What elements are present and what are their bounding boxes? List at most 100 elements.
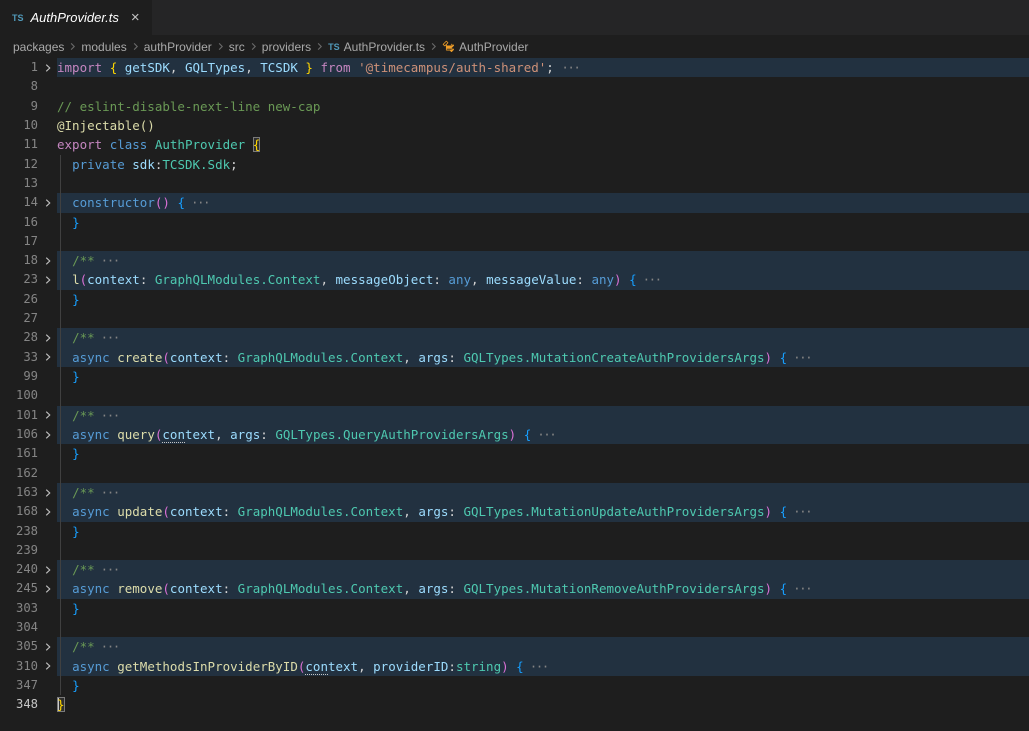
code-line-content[interactable]: } [57, 213, 1029, 232]
fold-chevron-icon[interactable] [38, 560, 57, 579]
code-token: any [591, 272, 614, 287]
code-line-content[interactable]: async getMethodsInProviderByID(context, … [57, 657, 1029, 676]
code-line[interactable]: 26 } [0, 290, 1029, 309]
line-number: 303 [0, 599, 38, 618]
code-line-content[interactable]: private sdk:TCSDK.Sdk; [57, 155, 1029, 174]
code-line-content[interactable]: // eslint-disable-next-line new-cap [57, 97, 1029, 116]
code-line-content[interactable]: } [57, 676, 1029, 695]
fold-chevron-icon[interactable] [38, 502, 57, 521]
tab-authprovider-ts[interactable]: TS AuthProvider.ts × [0, 0, 153, 35]
code-line[interactable]: 304 [0, 618, 1029, 637]
breadcrumb-item-authprovider-ts[interactable]: TSAuthProvider.ts [328, 40, 425, 54]
code-line-content[interactable] [57, 309, 1029, 328]
breadcrumb-item-authprovider[interactable]: authProvider [144, 40, 212, 54]
code-line-content[interactable]: import { getSDK, GQLTypes, TCSDK } from … [57, 58, 1029, 77]
code-line[interactable]: 18 /** ··· [0, 251, 1029, 270]
code-token [57, 427, 72, 442]
code-line-content[interactable]: export class AuthProvider { [57, 135, 1029, 154]
fold-chevron-icon[interactable] [38, 579, 57, 598]
code-line-content[interactable]: async remove(context: GraphQLModules.Con… [57, 579, 1029, 598]
code-line[interactable]: 100 [0, 386, 1029, 405]
code-line[interactable]: 10@Injectable() [0, 116, 1029, 135]
code-line[interactable]: 245 async remove(context: GraphQLModules… [0, 579, 1029, 598]
code-line[interactable]: 168 async update(context: GraphQLModules… [0, 502, 1029, 521]
code-token [57, 272, 72, 287]
code-line[interactable]: 238 } [0, 522, 1029, 541]
code-line-content[interactable] [57, 541, 1029, 560]
code-editor[interactable]: 1import { getSDK, GQLTypes, TCSDK } from… [0, 58, 1029, 715]
code-line[interactable]: 163 /** ··· [0, 483, 1029, 502]
fold-chevron-icon[interactable] [38, 406, 57, 425]
breadcrumb-item-src[interactable]: src [229, 40, 245, 54]
code-line-content[interactable]: async update(context: GraphQLModules.Con… [57, 502, 1029, 521]
code-line-content[interactable]: /** ··· [57, 251, 1029, 270]
fold-chevron-icon[interactable] [38, 483, 57, 502]
code-line-content[interactable] [57, 232, 1029, 251]
code-line-content[interactable]: } [57, 290, 1029, 309]
fold-chevron-icon[interactable] [38, 637, 57, 656]
code-token [57, 524, 72, 539]
code-line[interactable]: 303 } [0, 599, 1029, 618]
code-line[interactable]: 23 l(context: GraphQLModules.Context, me… [0, 270, 1029, 289]
code-line[interactable]: 240 /** ··· [0, 560, 1029, 579]
code-line-content[interactable]: /** ··· [57, 560, 1029, 579]
code-line-content[interactable]: async query(context, args: GQLTypes.Quer… [57, 425, 1029, 444]
code-line[interactable]: 8 [0, 77, 1029, 96]
fold-gutter [38, 213, 57, 232]
code-line-content[interactable]: } [57, 522, 1029, 541]
code-line[interactable]: 14 constructor() { ··· [0, 193, 1029, 212]
code-line[interactable]: 101 /** ··· [0, 406, 1029, 425]
breadcrumb-item-authprovider[interactable]: AuthProvider [442, 40, 528, 54]
code-line[interactable]: 99 } [0, 367, 1029, 386]
fold-chevron-icon[interactable] [38, 328, 57, 347]
breadcrumb-item-modules[interactable]: modules [81, 40, 126, 54]
code-line[interactable]: 106 async query(context, args: GQLTypes.… [0, 425, 1029, 444]
fold-chevron-icon[interactable] [38, 657, 57, 676]
code-line-content[interactable]: } [57, 367, 1029, 386]
code-line[interactable]: 239 [0, 541, 1029, 560]
code-line-content[interactable]: /** ··· [57, 483, 1029, 502]
fold-chevron-icon[interactable] [38, 348, 57, 367]
code-line[interactable]: 1import { getSDK, GQLTypes, TCSDK } from… [0, 58, 1029, 77]
code-line-content[interactable]: } [57, 599, 1029, 618]
code-line-content[interactable]: } [57, 444, 1029, 463]
code-line-content[interactable]: l(context: GraphQLModules.Context, messa… [57, 270, 1029, 289]
code-line-content[interactable] [57, 174, 1029, 193]
code-line-content[interactable]: /** ··· [57, 328, 1029, 347]
code-line[interactable]: 33 async create(context: GraphQLModules.… [0, 348, 1029, 367]
code-line[interactable]: 13 [0, 174, 1029, 193]
close-icon[interactable]: × [131, 10, 140, 25]
fold-chevron-icon[interactable] [38, 193, 57, 212]
code-line-content[interactable]: @Injectable() [57, 116, 1029, 135]
code-line[interactable]: 27 [0, 309, 1029, 328]
code-line-content[interactable] [57, 386, 1029, 405]
code-line[interactable]: 12 private sdk:TCSDK.Sdk; [0, 155, 1029, 174]
code-line-content[interactable] [57, 618, 1029, 637]
code-line-content[interactable]: async create(context: GraphQLModules.Con… [57, 348, 1029, 367]
code-line[interactable]: 305 /** ··· [0, 637, 1029, 656]
code-line[interactable]: 11export class AuthProvider { [0, 135, 1029, 154]
code-line-content[interactable]: /** ··· [57, 637, 1029, 656]
fold-chevron-icon[interactable] [38, 251, 57, 270]
code-line-content[interactable] [57, 464, 1029, 483]
breadcrumb-item-providers[interactable]: providers [262, 40, 311, 54]
fold-chevron-icon[interactable] [38, 270, 57, 289]
code-line-content[interactable]: /** ··· [57, 406, 1029, 425]
breadcrumb-item-packages[interactable]: packages [13, 40, 64, 54]
code-line[interactable]: 16 } [0, 213, 1029, 232]
code-line[interactable]: 28 /** ··· [0, 328, 1029, 347]
fold-chevron-icon[interactable] [38, 58, 57, 77]
code-line[interactable]: 161 } [0, 444, 1029, 463]
code-line[interactable]: 17 [0, 232, 1029, 251]
code-line[interactable]: 348} [0, 695, 1029, 714]
code-line[interactable]: 347 } [0, 676, 1029, 695]
code-line[interactable]: 310 async getMethodsInProviderByID(conte… [0, 657, 1029, 676]
code-line[interactable]: 162 [0, 464, 1029, 483]
code-line-content[interactable]: constructor() { ··· [57, 193, 1029, 212]
code-line-content[interactable] [57, 77, 1029, 96]
code-token: : [448, 350, 463, 365]
code-line[interactable]: 9// eslint-disable-next-line new-cap [0, 97, 1029, 116]
code-token [245, 137, 253, 152]
fold-chevron-icon[interactable] [38, 425, 57, 444]
code-line-content[interactable]: } [57, 695, 1029, 714]
